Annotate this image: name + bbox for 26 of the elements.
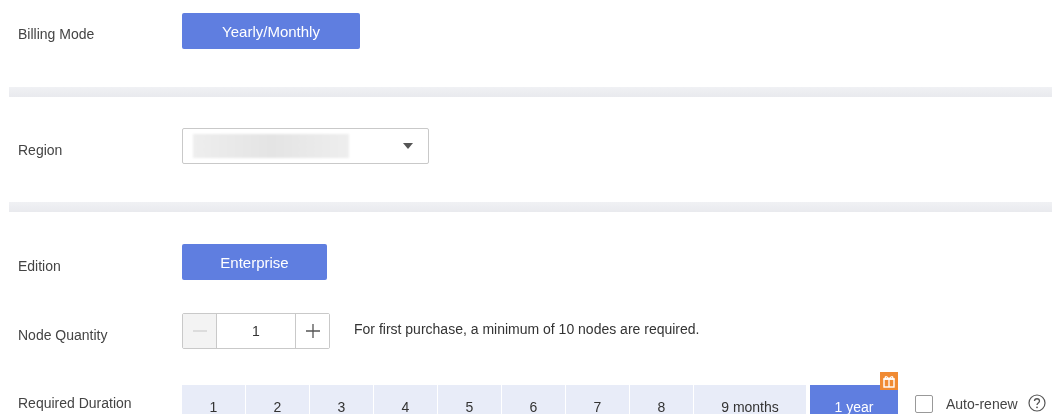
duration-option[interactable]: 6 (502, 385, 565, 414)
duration-option[interactable]: 1 year (810, 385, 898, 414)
duration-option[interactable]: 4 (374, 385, 437, 414)
field-label: Region (17, 141, 64, 158)
plus-icon (305, 324, 320, 338)
duration-option[interactable]: 8 (630, 385, 693, 414)
quantity-stepper[interactable]: 1 (182, 313, 330, 349)
duration-option[interactable]: 9 months (694, 385, 806, 414)
duration-option[interactable]: 5 (438, 385, 501, 414)
caret-icon (403, 143, 413, 149)
field-label: Billing Mode (17, 25, 96, 42)
option-button[interactable]: Enterprise (182, 244, 327, 280)
region-dropdown[interactable] (182, 128, 429, 164)
duration-option[interactable]: 1 (182, 385, 245, 414)
option-button[interactable]: Yearly/Monthly (182, 13, 360, 49)
checkbox-label: Auto-renew (946, 396, 1018, 412)
plus-button[interactable] (295, 314, 329, 348)
auto-renew-checkbox[interactable] (915, 395, 933, 413)
help-icon[interactable] (1027, 394, 1046, 412)
field-label: Required Duration (17, 394, 133, 411)
duration-option[interactable]: 3 (310, 385, 373, 414)
hint-text: For first purchase, a minimum of 10 nodes are required. (354, 321, 700, 337)
field-label: Node Quantity (17, 326, 109, 343)
field-label: Edition (17, 257, 62, 274)
duration-option[interactable]: 7 (566, 385, 629, 414)
duration-option[interactable]: 2 (246, 385, 309, 414)
